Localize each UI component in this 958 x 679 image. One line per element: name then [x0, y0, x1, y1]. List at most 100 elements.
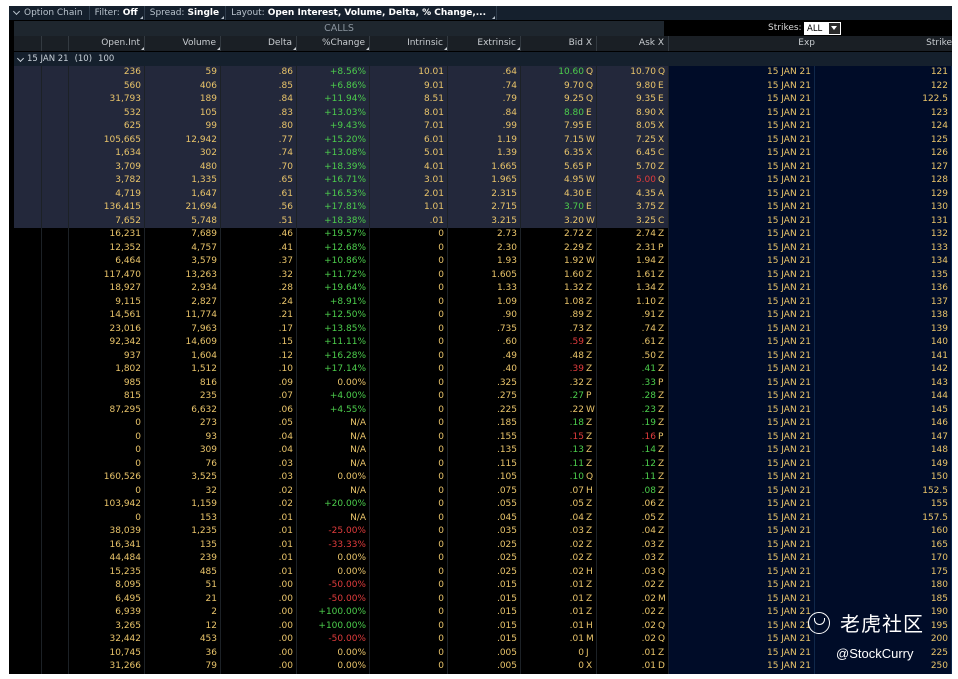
- table-row[interactable]: 6,939 2.00 +100.00% 0.015.01 Z .02 Z 15 JAN 21 1…: [14, 606, 952, 620]
- table-row[interactable]: 16,231 7,689.46 +19.57% 0 2.73 2.72 Z 2.74 Z 15 J…: [14, 228, 952, 242]
- cell-bid[interactable]: .04 Z: [521, 511, 597, 525]
- cell-ask[interactable]: 8.05 X: [597, 120, 669, 134]
- table-row[interactable]: 0 32.02 N/A 0.075.07 H .08 Z 15 JAN 21 152.5: [14, 484, 952, 498]
- cell-ask[interactable]: 7.25 X: [597, 133, 669, 147]
- table-row[interactable]: 117,470 13,263.32 +11.72% 0 1.605 1.60 Z 1.61 Z 1…: [14, 268, 952, 282]
- cell-ask[interactable]: .04 Z: [597, 525, 669, 539]
- cell-ask[interactable]: 3.75 Z: [597, 201, 669, 215]
- cell-bid[interactable]: .05 Z: [521, 498, 597, 512]
- column-header-delta[interactable]: Delta: [221, 36, 297, 51]
- table-row[interactable]: 0 309.04 N/A 0.135.13 Z .14 Z 15 JAN 21 148: [14, 444, 952, 458]
- layout-dropdown[interactable]: Layout: Open Interest, Volume, Delta, % …: [226, 6, 498, 20]
- table-row[interactable]: 0 153.01 N/A 0.045.04 Z .05 Z 15 JAN 21 157.5: [14, 511, 952, 525]
- table-row[interactable]: 92,342 14,609.15 +11.11% 0.60.59 Z .61 Z 15 JAN…: [14, 336, 952, 350]
- cell-ask[interactable]: .01 Z: [597, 646, 669, 660]
- column-header-oi[interactable]: Open.Int: [69, 36, 145, 51]
- table-row[interactable]: 38,039 1,235.01 -25.00% 0.035.03 Z .04 Z 15 JAN…: [14, 525, 952, 539]
- cell-bid[interactable]: .02 H: [521, 565, 597, 579]
- cell-ask[interactable]: .01 D: [597, 660, 669, 674]
- cell-bid[interactable]: 9.25 Q: [521, 93, 597, 107]
- column-header-intr[interactable]: Intrinsic: [370, 36, 448, 51]
- table-row[interactable]: 6,495 21.00 -50.00% 0.015.01 Z .02 M 15 JAN 21 1…: [14, 592, 952, 606]
- cell-bid[interactable]: .73 Z: [521, 322, 597, 336]
- cell-ask[interactable]: .74 Z: [597, 322, 669, 336]
- cell-ask[interactable]: 2.74 Z: [597, 228, 669, 242]
- table-row[interactable]: 0 93.04 N/A 0.155.15 Z .16 P 15 JAN 21 147: [14, 430, 952, 444]
- table-row[interactable]: 4,719 1,647.61 +16.53% 2.01 2.315 4.30 E 4.35 A 1…: [14, 187, 952, 201]
- cell-ask[interactable]: 1.34 Z: [597, 282, 669, 296]
- cell-bid[interactable]: .39 Z: [521, 363, 597, 377]
- cell-bid[interactable]: 8.80 E: [521, 106, 597, 120]
- cell-bid[interactable]: 3.20 W: [521, 214, 597, 228]
- table-row[interactable]: 1,634 302.74 +13.08% 5.01 1.39 6.35 X 6.45 C 15 J…: [14, 147, 952, 161]
- table-row[interactable]: 23,016 7,963.17 +13.85% 0.735.73 Z .74 Z 15 JAN…: [14, 322, 952, 336]
- cell-ask[interactable]: .03 Z: [597, 538, 669, 552]
- cell-ask[interactable]: .02 Z: [597, 606, 669, 620]
- cell-ask[interactable]: .08 Z: [597, 484, 669, 498]
- cell-bid[interactable]: .59 Z: [521, 336, 597, 350]
- cell-ask[interactable]: .02 Q: [597, 619, 669, 633]
- cell-ask[interactable]: 4.35 A: [597, 187, 669, 201]
- cell-ask[interactable]: .19 Z: [597, 417, 669, 431]
- cell-ask[interactable]: .03 Q: [597, 565, 669, 579]
- table-row[interactable]: 1,802 1,512.10 +17.14% 0.40.39 Z .41 Z 15 JAN 2…: [14, 363, 952, 377]
- cell-ask[interactable]: .06 Z: [597, 498, 669, 512]
- column-header-vol[interactable]: Volume: [145, 36, 221, 51]
- chevron-down-icon[interactable]: [16, 54, 25, 63]
- table-row[interactable]: 18,927 2,934.28 +19.64% 0 1.33 1.32 Z 1.34 Z 15 J…: [14, 282, 952, 296]
- cell-bid[interactable]: 0X: [521, 660, 597, 674]
- cell-ask[interactable]: .02 M: [597, 592, 669, 606]
- table-row[interactable]: 31,793 189.84 +11.94% 8.51.79 9.25 Q 9.35 E 15 J…: [14, 93, 952, 107]
- cell-bid[interactable]: .32 Z: [521, 376, 597, 390]
- cell-bid[interactable]: 7.95 E: [521, 120, 597, 134]
- cell-bid[interactable]: 9.70 Q: [521, 79, 597, 93]
- cell-bid[interactable]: 1.32 Z: [521, 282, 597, 296]
- cell-ask[interactable]: 2.31 P: [597, 241, 669, 255]
- cell-ask[interactable]: .91 Z: [597, 309, 669, 323]
- table-row[interactable]: 560 406.85 +6.86% 9.01.74 9.70 Q 9.80 E 15 JAN 2…: [14, 79, 952, 93]
- table-row[interactable]: 8,095 51.00 -50.00% 0.015.01 Z .02 Z 15 JAN 21 1…: [14, 579, 952, 593]
- cell-bid[interactable]: .48 Z: [521, 349, 597, 363]
- cell-bid[interactable]: .01 Z: [521, 579, 597, 593]
- cell-bid[interactable]: .01 H: [521, 619, 597, 633]
- column-header-exp[interactable]: Exp: [669, 36, 815, 51]
- table-row[interactable]: 625 99.80 +9.43% 7.01.99 7.95 E 8.05 X 15 JAN 21…: [14, 120, 952, 134]
- spread-dropdown[interactable]: Spread: Single: [145, 6, 227, 20]
- cell-bid[interactable]: 1.92 W: [521, 255, 597, 269]
- table-row[interactable]: 15,235 485.01 0.00% 0.025.02 H .03 Q 15 JAN 21 1…: [14, 565, 952, 579]
- cell-ask[interactable]: 8.90 X: [597, 106, 669, 120]
- column-header-strike[interactable]: Strike: [815, 36, 952, 51]
- table-row[interactable]: 14,561 11,774.21 +12.50% 0.90.89 Z .91 Z 15 JAN…: [14, 309, 952, 323]
- table-row[interactable]: 12,352 4,757.41 +12.68% 0 2.30 2.29 Z 2.31 P 15 J…: [14, 241, 952, 255]
- cell-ask[interactable]: 5.00 Q: [597, 174, 669, 188]
- option-chain-collapse-toggle[interactable]: Option Chain: [9, 6, 90, 20]
- table-row[interactable]: 3,265 12.00 +100.00% 0.015.01 H .02 Q 15 JAN 21…: [14, 619, 952, 633]
- cell-ask[interactable]: 9.35 E: [597, 93, 669, 107]
- cell-bid[interactable]: .22 W: [521, 403, 597, 417]
- cell-ask[interactable]: 1.94 Z: [597, 255, 669, 269]
- cell-ask[interactable]: .61 Z: [597, 336, 669, 350]
- table-row[interactable]: 31,266 79.00 0.00% 0.005 0 X .01 D 15 JAN 21 250: [14, 660, 952, 674]
- cell-ask[interactable]: .05 Z: [597, 511, 669, 525]
- table-row[interactable]: 103,942 1,159.02 +20.00% 0.055.05 Z .06 Z 15 JA…: [14, 498, 952, 512]
- cell-bid[interactable]: 7.15 W: [521, 133, 597, 147]
- table-row[interactable]: 236 59.86 +8.56% 10.01.64 10.60 Q 10.70 Q 15 JAN…: [14, 66, 952, 80]
- cell-ask[interactable]: 5.70 Z: [597, 160, 669, 174]
- column-header-ask[interactable]: Ask X: [597, 36, 669, 51]
- table-row[interactable]: 7,652 5,748.51 +18.38% .01 3.215 3.20 W 3.25 C 15…: [14, 214, 952, 228]
- table-row[interactable]: 815 235.07 +4.00% 0.275.27 P .28 Z 15 JAN 21 144: [14, 390, 952, 404]
- cell-bid[interactable]: .01 Z: [521, 592, 597, 606]
- column-header-extr[interactable]: Extrinsic: [448, 36, 521, 51]
- table-row[interactable]: 3,709 480.70 +18.39% 4.01 1.665 5.65 P 5.70 Z 15 …: [14, 160, 952, 174]
- cell-ask[interactable]: .16 P: [597, 430, 669, 444]
- expiration-group-row[interactable]: 15 JAN 21 (10) 100: [14, 52, 952, 66]
- table-row[interactable]: 0 273.05 N/A 0.185.18 Z .19 Z 15 JAN 21 146: [14, 417, 952, 431]
- cell-ask[interactable]: .03 Z: [597, 552, 669, 566]
- cell-bid[interactable]: 4.30 E: [521, 187, 597, 201]
- cell-bid[interactable]: .15 Z: [521, 430, 597, 444]
- column-header-chg[interactable]: %Change: [297, 36, 370, 51]
- cell-bid[interactable]: 2.72 Z: [521, 228, 597, 242]
- table-row[interactable]: 3,782 1,335.65 +16.71% 3.01 1.965 4.95 W 5.00 Q 1…: [14, 174, 952, 188]
- cell-ask[interactable]: .14 Z: [597, 444, 669, 458]
- filter-dropdown[interactable]: Filter: Off: [90, 6, 145, 20]
